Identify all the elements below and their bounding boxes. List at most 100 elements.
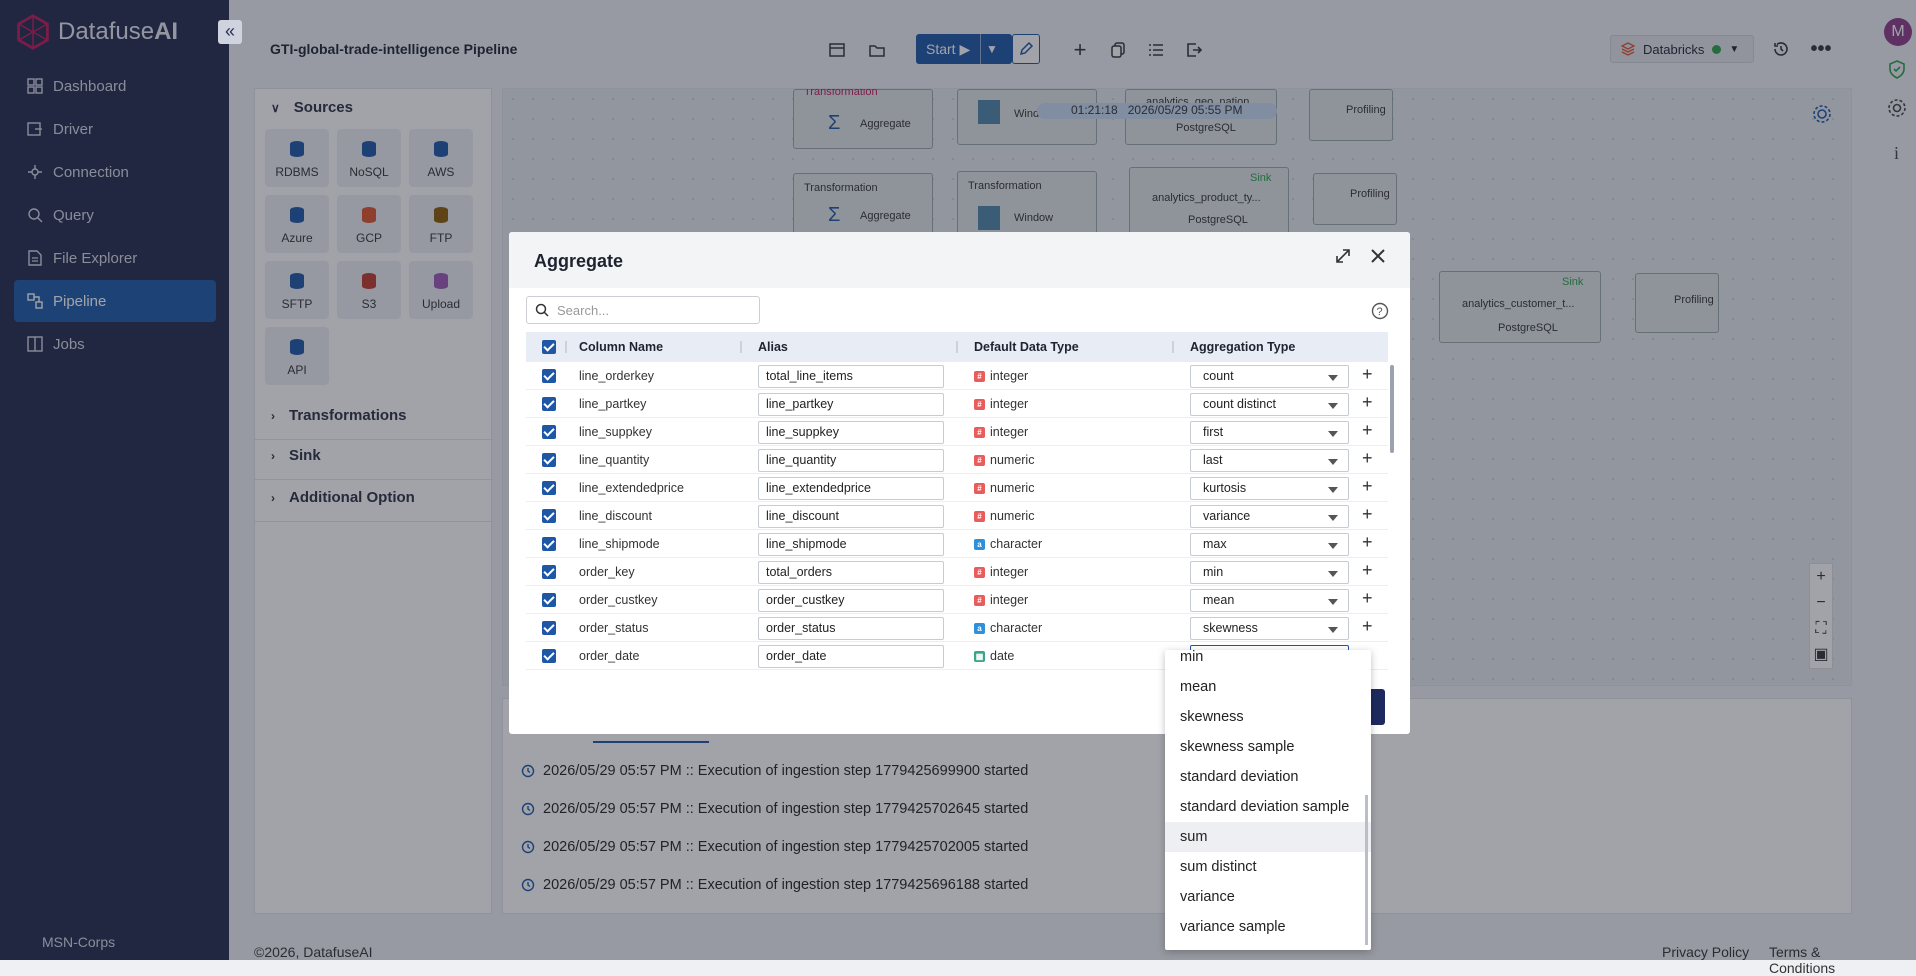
alias-input[interactable]: total_orders <box>758 561 944 584</box>
dropdown-option[interactable]: variance <box>1165 882 1371 912</box>
add-aggregation-button[interactable]: + <box>1362 392 1373 413</box>
select-all-checkbox[interactable] <box>542 340 556 354</box>
chevron-down-icon <box>1328 375 1338 381</box>
column-name: order_status <box>579 621 649 635</box>
data-type: numeric <box>990 453 1035 467</box>
column-name: line_quantity <box>579 453 650 467</box>
help-icon[interactable]: ? <box>1371 302 1389 320</box>
add-aggregation-button[interactable]: + <box>1362 532 1373 553</box>
data-type: integer <box>990 593 1029 607</box>
modal-header: Aggregate <box>509 232 1410 288</box>
alias-input[interactable]: line_partkey <box>758 393 944 416</box>
dropdown-scrollbar[interactable] <box>1365 795 1368 945</box>
row-checkbox[interactable] <box>542 621 556 635</box>
aggregation-select[interactable]: min <box>1190 561 1349 584</box>
data-type: integer <box>990 425 1029 439</box>
aggregation-value: first <box>1203 425 1224 439</box>
aggregation-select[interactable]: skewness <box>1190 617 1349 640</box>
alias-input[interactable]: order_custkey <box>758 589 944 612</box>
chevron-down-icon <box>1328 599 1338 605</box>
table-row: line_suppkey line_suppkey # integer first + <box>526 418 1388 446</box>
aggregation-select[interactable]: variance <box>1190 505 1349 528</box>
table-row: line_discount line_discount # numeric varian… <box>526 502 1388 530</box>
chevron-down-icon <box>1328 515 1338 521</box>
chevron-down-icon <box>1328 627 1338 633</box>
aggregation-value: mean <box>1203 593 1235 607</box>
dropdown-option[interactable]: skewness <box>1165 702 1371 732</box>
add-aggregation-button[interactable]: + <box>1362 448 1373 469</box>
row-checkbox[interactable] <box>542 453 556 467</box>
close-icon[interactable] <box>1369 247 1387 265</box>
row-checkbox[interactable] <box>542 537 556 551</box>
date-type-icon: ▦ <box>974 650 985 662</box>
numeric-type-icon: # <box>974 482 985 494</box>
row-checkbox[interactable] <box>542 649 556 663</box>
column-name: line_shipmode <box>579 537 660 551</box>
search-placeholder: Search... <box>557 302 610 318</box>
alias-input[interactable]: line_discount <box>758 505 944 528</box>
col-header-column-name[interactable]: Column Name <box>579 340 663 354</box>
row-checkbox[interactable] <box>542 397 556 411</box>
data-type: integer <box>990 369 1029 383</box>
integer-type-icon: # <box>974 398 985 410</box>
dropdown-option[interactable]: sum distinct <box>1165 852 1371 882</box>
chevron-down-icon <box>1328 431 1338 437</box>
dropdown-option[interactable]: standard deviation <box>1165 762 1371 792</box>
alias-input[interactable]: order_date <box>758 645 944 668</box>
aggregation-value: count distinct <box>1203 397 1276 411</box>
aggregation-select[interactable]: count <box>1190 365 1349 388</box>
search-icon <box>535 303 549 317</box>
add-aggregation-button[interactable]: + <box>1362 420 1373 441</box>
collapse-sidebar-button[interactable]: « <box>218 20 242 44</box>
dropdown-option[interactable]: sum <box>1165 822 1371 852</box>
dropdown-option[interactable]: standard deviation sample <box>1165 792 1371 822</box>
aggregation-select[interactable]: kurtosis <box>1190 477 1349 500</box>
table-row: line_partkey line_partkey # integer count di… <box>526 390 1388 418</box>
add-aggregation-button[interactable]: + <box>1362 504 1373 525</box>
add-aggregation-button[interactable]: + <box>1362 616 1373 637</box>
row-checkbox[interactable] <box>542 425 556 439</box>
dropdown-option[interactable]: mean <box>1165 672 1371 702</box>
data-type: numeric <box>990 481 1035 495</box>
add-aggregation-button[interactable]: + <box>1362 364 1373 385</box>
search-input[interactable]: Search... <box>526 296 760 324</box>
aggregation-value: last <box>1203 453 1223 467</box>
row-checkbox[interactable] <box>542 481 556 495</box>
aggregation-value: variance <box>1203 509 1251 523</box>
alias-input[interactable]: line_quantity <box>758 449 944 472</box>
table-row: order_custkey order_custkey # integer mean + <box>526 586 1388 614</box>
dropdown-option[interactable]: variance sample <box>1165 912 1371 942</box>
dropdown-option[interactable]: min <box>1165 650 1371 672</box>
column-name: line_partkey <box>579 397 647 411</box>
aggregation-select[interactable]: last <box>1190 449 1349 472</box>
aggregation-value: kurtosis <box>1203 481 1247 495</box>
alias-input[interactable]: line_suppkey <box>758 421 944 444</box>
add-aggregation-button[interactable]: + <box>1362 476 1373 497</box>
col-header-aggregation-type[interactable]: Aggregation Type <box>1190 340 1295 354</box>
aggregation-select[interactable]: first <box>1190 421 1349 444</box>
dropdown-option[interactable]: skewness sample <box>1165 732 1371 762</box>
alias-input[interactable]: line_shipmode <box>758 533 944 556</box>
col-header-alias[interactable]: Alias <box>758 340 788 354</box>
row-checkbox[interactable] <box>542 369 556 383</box>
add-aggregation-button[interactable]: + <box>1362 588 1373 609</box>
column-name: line_orderkey <box>579 369 655 383</box>
integer-type-icon: # <box>974 370 985 382</box>
add-aggregation-button[interactable]: + <box>1362 560 1373 581</box>
expand-icon[interactable] <box>1333 246 1353 266</box>
row-checkbox[interactable] <box>542 509 556 523</box>
alias-input[interactable]: line_extendedprice <box>758 477 944 500</box>
alias-input[interactable]: total_line_items <box>758 365 944 388</box>
row-checkbox[interactable] <box>542 565 556 579</box>
numeric-type-icon: # <box>974 510 985 522</box>
aggregation-select[interactable]: max <box>1190 533 1349 556</box>
chevron-down-icon <box>1328 571 1338 577</box>
row-checkbox[interactable] <box>542 593 556 607</box>
aggregation-select[interactable]: count distinct <box>1190 393 1349 416</box>
character-type-icon: a <box>974 622 985 634</box>
alias-input[interactable]: order_status <box>758 617 944 640</box>
grid-scrollbar[interactable] <box>1390 365 1394 453</box>
aggregation-select[interactable]: mean <box>1190 589 1349 612</box>
col-header-data-type[interactable]: Default Data Type <box>974 340 1079 354</box>
data-type: integer <box>990 397 1029 411</box>
